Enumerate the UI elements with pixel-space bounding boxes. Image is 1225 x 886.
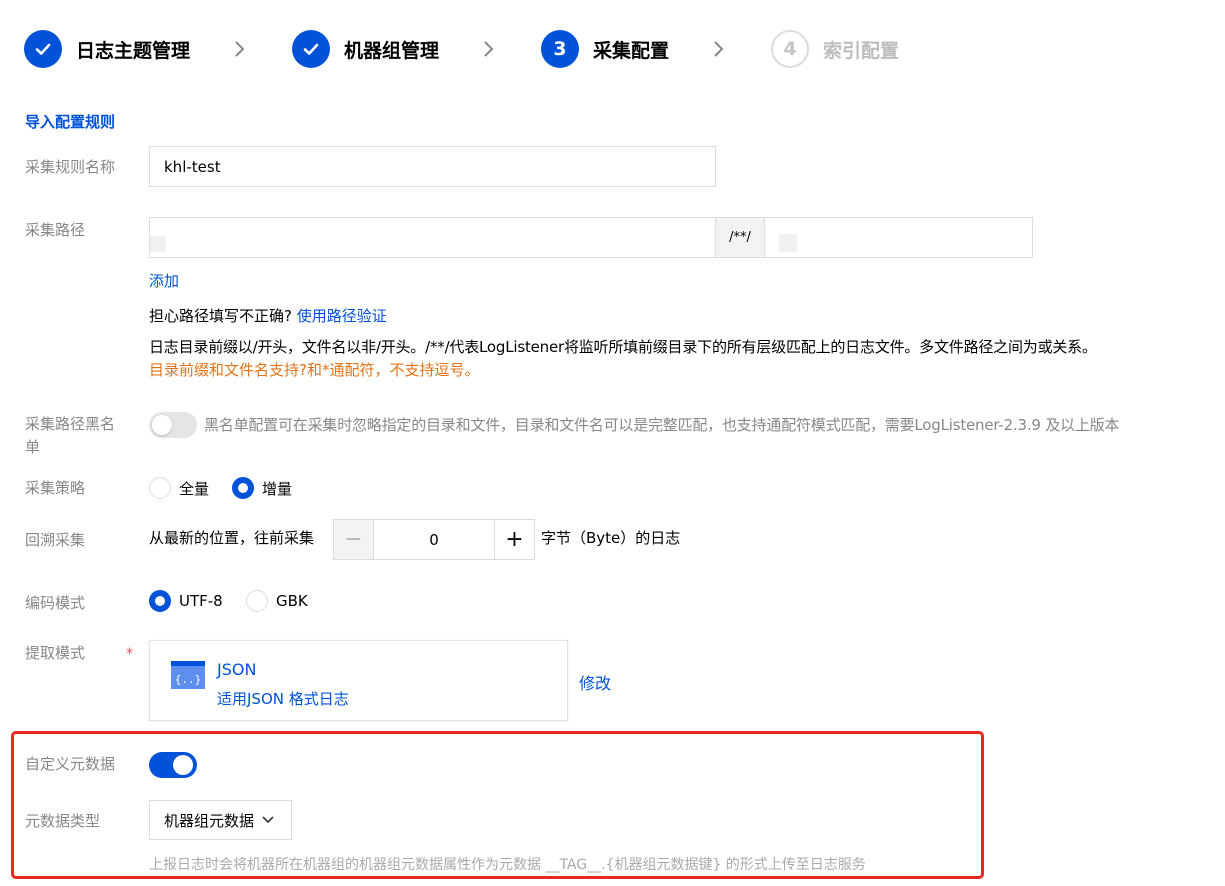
import-rules-link[interactable]: 导入配置规则 [25, 112, 115, 132]
path-label: 采集路径 [25, 221, 86, 239]
path-separator: /**/ [716, 217, 764, 258]
minus-button[interactable]: − [334, 520, 374, 559]
chevron-down-icon [262, 816, 274, 824]
blacklist-label: 采集路径黑名 单 [25, 414, 115, 457]
extract-mode-desc: 适用JSON 格式日志 [217, 690, 349, 708]
step-collect-config: 3 采集配置 [541, 30, 669, 68]
steps-bar: 日志主题管理 机器组管理 3 采集配置 4 索引配置 [24, 29, 899, 69]
radio-label: UTF-8 [179, 592, 223, 610]
blacklist-description: 黑名单配置可在采集时忽略指定的目录和文件，目录和文件名可以是完整匹配，也支持通配… [204, 416, 1120, 434]
step-number: 4 [771, 30, 810, 68]
backtrack-suffix: 字节（Byte）的日志 [541, 529, 681, 547]
rule-name-input[interactable]: khl-test [149, 146, 716, 187]
blacklist-label-line2: 单 [25, 438, 41, 456]
backtrack-prefix: 从最新的位置，往前采集 [149, 529, 315, 547]
backtrack-stepper: − 0 + [333, 519, 535, 560]
check-icon [292, 30, 331, 68]
radio-label: 增量 [262, 479, 293, 498]
extract-mode-name: JSON [217, 660, 257, 679]
required-mark: * [126, 646, 133, 662]
chevron-right-icon [711, 41, 727, 57]
rule-name-label: 采集规则名称 [25, 158, 116, 176]
backtrack-label: 回溯采集 [25, 531, 86, 549]
path-warning: 目录前缀和文件名支持?和*通配符，不支持逗号。 [149, 361, 480, 379]
add-path-link[interactable]: 添加 [149, 271, 179, 291]
path-description: 日志目录前缀以/开头，文件名以非/开头。/**/代表LogListener将监听… [149, 338, 1097, 356]
step-number: 3 [541, 30, 580, 68]
strategy-full-radio[interactable]: 全量 [149, 477, 209, 499]
modify-extract-link[interactable]: 修改 [579, 670, 611, 694]
encoding-utf8-radio[interactable]: UTF-8 [149, 590, 223, 612]
metadata-type-value: 机器组元数据 [164, 811, 255, 830]
step-label: 日志主题管理 [76, 39, 191, 62]
encoding-gbk-radio[interactable]: GBK [246, 590, 308, 612]
metadata-hint: 上报日志时会将机器所在机器组的机器组元数据属性作为元数据 __TAG__.{机器… [149, 857, 866, 873]
path-prefix-input[interactable] [149, 217, 716, 258]
metadata-label: 自定义元数据 [25, 755, 116, 773]
redacted-block [150, 236, 166, 252]
backtrack-value-input[interactable]: 0 [374, 520, 494, 559]
redacted-block [779, 234, 797, 252]
extract-mode-card: {..} JSON 适用JSON 格式日志 [149, 640, 568, 721]
verify-path-link[interactable]: 使用路径验证 [297, 307, 387, 325]
metadata-toggle[interactable] [149, 752, 197, 778]
step-label: 采集配置 [593, 39, 670, 62]
radio-label: GBK [276, 592, 308, 610]
strategy-incremental-radio[interactable]: 增量 [232, 477, 292, 499]
extract-label: 提取模式 [25, 644, 86, 662]
metadata-type-label: 元数据类型 [25, 812, 101, 830]
step-machine-group: 机器组管理 [292, 30, 439, 68]
metadata-type-select[interactable]: 机器组元数据 [149, 800, 292, 840]
strategy-label: 采集策略 [25, 479, 86, 497]
step-index-config: 4 索引配置 [771, 30, 899, 68]
blacklist-toggle[interactable] [149, 412, 197, 438]
plus-button[interactable]: + [494, 520, 534, 559]
chevron-right-icon [481, 41, 497, 57]
step-label: 机器组管理 [344, 39, 440, 62]
blacklist-label-line1: 采集路径黑名 [25, 415, 116, 433]
chevron-right-icon [232, 41, 248, 57]
step-label: 索引配置 [823, 39, 900, 62]
json-file-icon: {..} [171, 661, 205, 693]
check-icon [24, 30, 62, 68]
path-worry: 担心路径填写不正确? 使用路径验证 [149, 306, 387, 326]
step-topic: 日志主题管理 [24, 30, 190, 68]
svg-text:{..}: {..} [175, 673, 202, 686]
path-filename-input[interactable] [764, 217, 1033, 258]
encoding-label: 编码模式 [25, 594, 86, 612]
path-worry-text: 担心路径填写不正确? [149, 307, 292, 325]
radio-label: 全量 [179, 479, 210, 498]
